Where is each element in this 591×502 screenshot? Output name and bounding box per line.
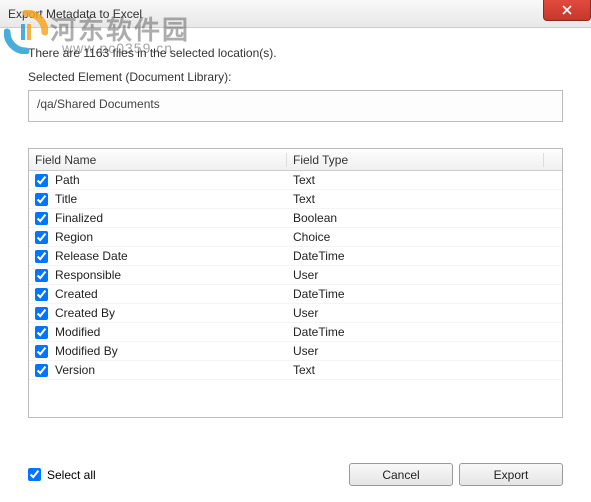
row-checkbox[interactable] — [35, 269, 48, 282]
row-checkbox[interactable] — [35, 307, 48, 320]
table-row[interactable]: Release DateDateTime — [29, 247, 562, 266]
row-field-name: Release Date — [53, 249, 287, 263]
table-row[interactable]: Modified ByUser — [29, 342, 562, 361]
row-checkbox-cell — [29, 250, 53, 263]
row-field-type: User — [287, 268, 562, 282]
row-field-type: DateTime — [287, 287, 562, 301]
row-field-type: DateTime — [287, 249, 562, 263]
row-field-type: Text — [287, 363, 562, 377]
row-field-name: Path — [53, 173, 287, 187]
row-field-type: DateTime — [287, 325, 562, 339]
row-field-name: Modified By — [53, 344, 287, 358]
export-button[interactable]: Export — [459, 463, 563, 486]
row-field-name: Version — [53, 363, 287, 377]
file-count-text: There are 1163 files in the selected loc… — [28, 46, 563, 60]
cancel-button[interactable]: Cancel — [349, 463, 453, 486]
row-checkbox-cell — [29, 269, 53, 282]
row-field-type: Boolean — [287, 211, 562, 225]
select-all-checkbox[interactable] — [28, 468, 41, 481]
row-field-type: User — [287, 306, 562, 320]
row-field-name: Finalized — [53, 211, 287, 225]
row-checkbox-cell — [29, 174, 53, 187]
row-checkbox-cell — [29, 345, 53, 358]
row-checkbox[interactable] — [35, 212, 48, 225]
row-checkbox-cell — [29, 326, 53, 339]
column-header-name[interactable]: Field Name — [29, 153, 287, 167]
row-checkbox[interactable] — [35, 288, 48, 301]
row-field-type: Text — [287, 192, 562, 206]
row-field-type: User — [287, 344, 562, 358]
row-field-type: Choice — [287, 230, 562, 244]
content-area: There are 1163 files in the selected loc… — [0, 28, 591, 418]
row-checkbox[interactable] — [35, 345, 48, 358]
select-all-container[interactable]: Select all — [28, 468, 96, 482]
row-checkbox[interactable] — [35, 326, 48, 339]
row-field-name: Responsible — [53, 268, 287, 282]
row-checkbox[interactable] — [35, 364, 48, 377]
row-field-name: Title — [53, 192, 287, 206]
selected-element-label: Selected Element (Document Library): — [28, 70, 563, 84]
row-checkbox[interactable] — [35, 231, 48, 244]
table-row[interactable]: ModifiedDateTime — [29, 323, 562, 342]
fields-table: Field Name Field Type PathTextTitleTextF… — [28, 148, 563, 418]
close-icon — [562, 5, 572, 15]
row-checkbox-cell — [29, 364, 53, 377]
table-row[interactable]: CreatedDateTime — [29, 285, 562, 304]
row-field-name: Created By — [53, 306, 287, 320]
row-checkbox[interactable] — [35, 174, 48, 187]
button-group: Cancel Export — [349, 463, 563, 486]
table-header: Field Name Field Type — [29, 149, 562, 171]
row-checkbox-cell — [29, 193, 53, 206]
path-display: /qa/Shared Documents — [28, 90, 563, 122]
table-row[interactable]: PathText — [29, 171, 562, 190]
row-checkbox-cell — [29, 288, 53, 301]
table-row[interactable]: VersionText — [29, 361, 562, 380]
table-row[interactable]: Created ByUser — [29, 304, 562, 323]
row-checkbox-cell — [29, 212, 53, 225]
row-checkbox[interactable] — [35, 193, 48, 206]
footer: Select all Cancel Export — [28, 463, 563, 486]
table-body: PathTextTitleTextFinalizedBooleanRegionC… — [29, 171, 562, 380]
row-field-name: Created — [53, 287, 287, 301]
column-header-type[interactable]: Field Type — [287, 153, 544, 167]
window-title: Export Metadata to Excel — [8, 7, 142, 21]
table-row[interactable]: RegionChoice — [29, 228, 562, 247]
row-field-name: Region — [53, 230, 287, 244]
row-checkbox-cell — [29, 231, 53, 244]
row-checkbox[interactable] — [35, 250, 48, 263]
row-field-name: Modified — [53, 325, 287, 339]
table-row[interactable]: TitleText — [29, 190, 562, 209]
select-all-label: Select all — [47, 468, 96, 482]
table-row[interactable]: FinalizedBoolean — [29, 209, 562, 228]
row-checkbox-cell — [29, 307, 53, 320]
close-button[interactable] — [543, 0, 591, 21]
titlebar: Export Metadata to Excel — [0, 0, 591, 28]
row-field-type: Text — [287, 173, 562, 187]
table-row[interactable]: ResponsibleUser — [29, 266, 562, 285]
